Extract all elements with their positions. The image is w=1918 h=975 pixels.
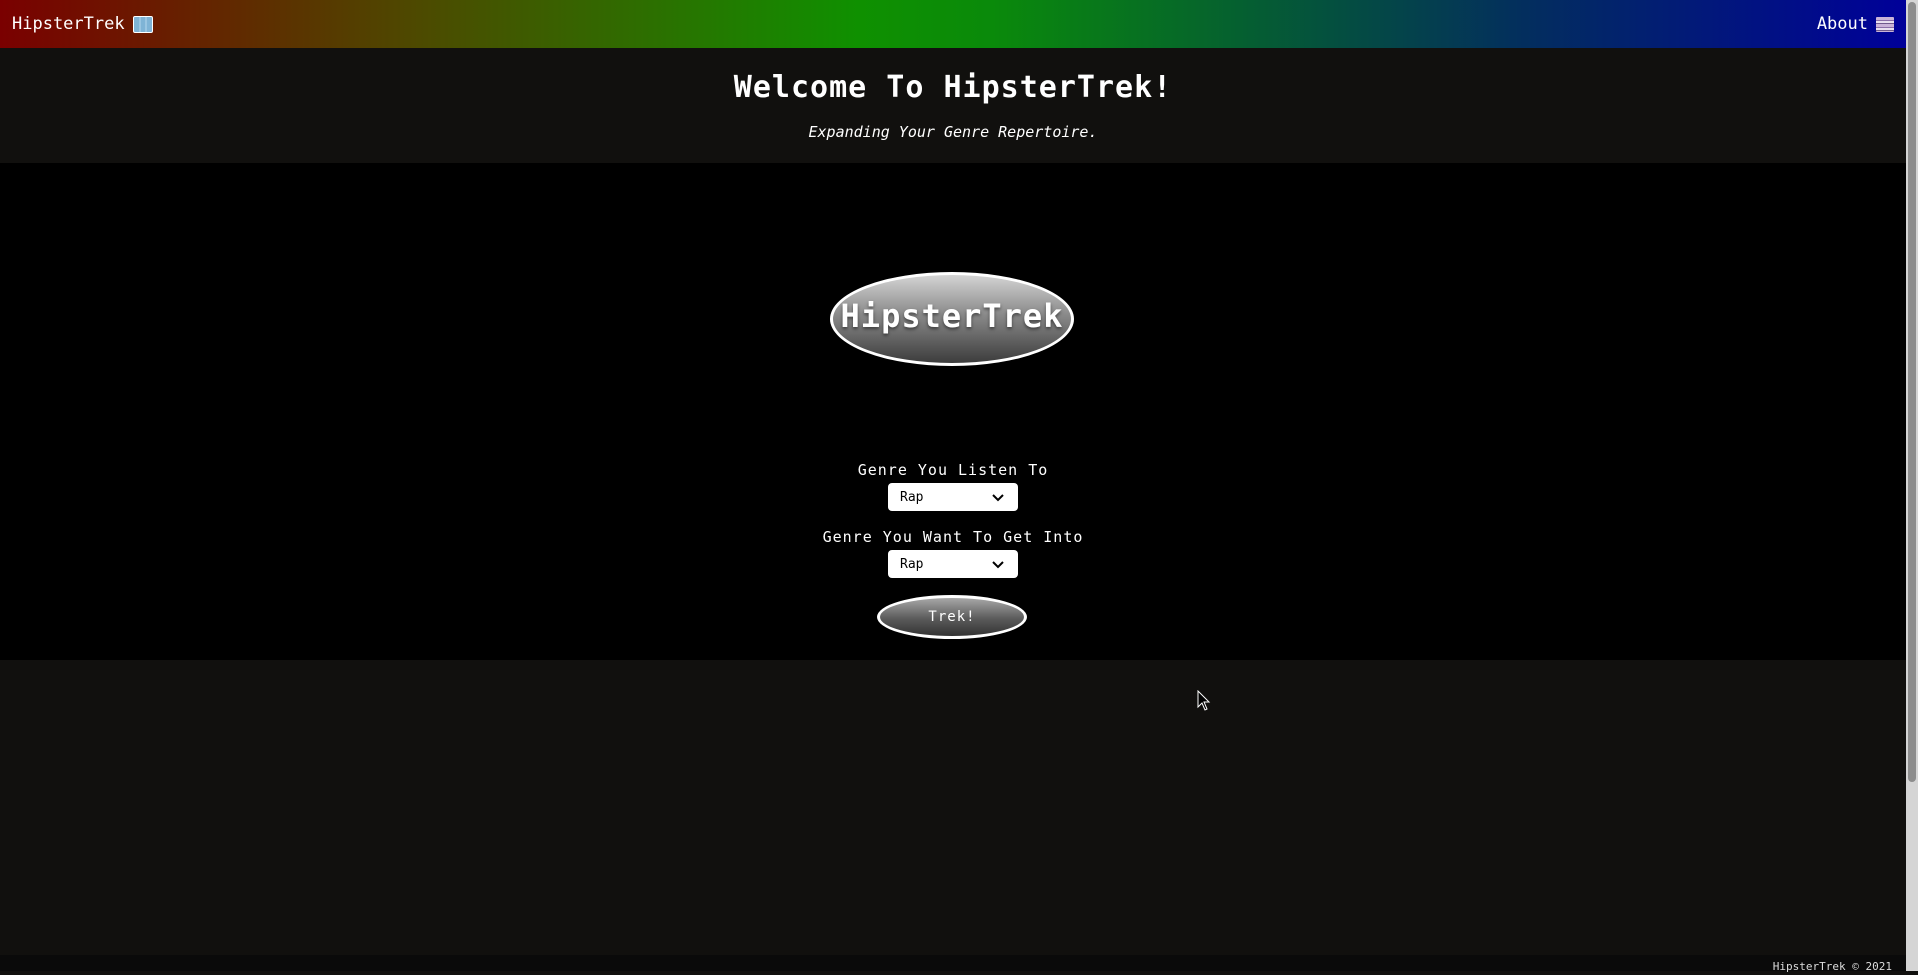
- genre-target-label: Genre You Want To Get Into: [822, 528, 1084, 546]
- books-icon: [1876, 16, 1894, 32]
- genre-current-field: Genre You Listen To Rap: [0, 461, 1906, 511]
- mouse-cursor-icon: [1197, 690, 1211, 711]
- logo-text: HipsterTrek: [840, 297, 1064, 335]
- page-scrollbar[interactable]: [1906, 0, 1918, 971]
- genre-target-select[interactable]: Rap: [888, 550, 1018, 578]
- brand-link[interactable]: HipsterTrek: [12, 14, 153, 34]
- chevron-down-icon: [992, 494, 1004, 502]
- scrollbar-thumb[interactable]: [1908, 2, 1916, 782]
- brand-label: HipsterTrek: [12, 14, 125, 34]
- genre-current-value: Rap: [900, 489, 924, 505]
- genre-current-label: Genre You Listen To: [857, 461, 1049, 479]
- main-panel: HipsterTrek Genre You Listen To Rap Genr…: [0, 163, 1906, 660]
- genre-target-value: Rap: [900, 556, 924, 572]
- footer: HipsterTrek © 2021: [0, 955, 1906, 973]
- trek-button[interactable]: Trek!: [877, 595, 1027, 639]
- footer-copyright: HipsterTrek © 2021: [1772, 960, 1892, 973]
- hipstertrek-logo: HipsterTrek: [830, 272, 1074, 366]
- navbar: HipsterTrek About: [0, 0, 1906, 48]
- page-title: Welcome To HipsterTrek!: [733, 70, 1173, 105]
- header: Welcome To HipsterTrek! Expanding Your G…: [0, 48, 1906, 163]
- world-map-icon: [132, 15, 153, 33]
- about-link[interactable]: About: [1817, 14, 1894, 34]
- genre-target-field: Genre You Want To Get Into Rap: [0, 528, 1906, 578]
- chevron-down-icon: [992, 561, 1004, 569]
- genre-current-select[interactable]: Rap: [888, 483, 1018, 511]
- about-label: About: [1816, 14, 1868, 34]
- page-subtitle: Expanding Your Genre Repertoire.: [808, 123, 1098, 141]
